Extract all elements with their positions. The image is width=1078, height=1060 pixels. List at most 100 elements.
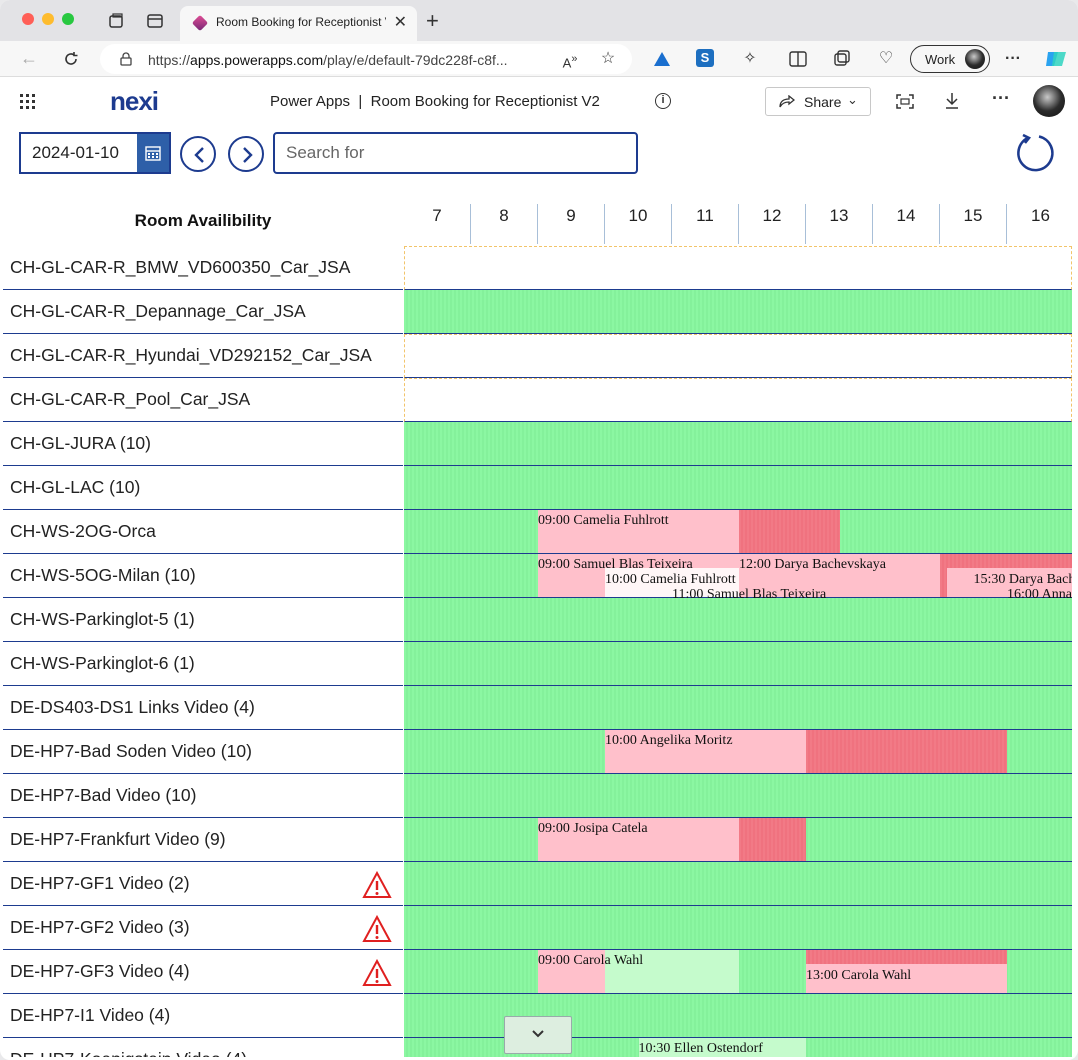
chevron-left-icon <box>194 147 204 163</box>
room-row[interactable]: DE-HP7-I1 Video (4) <box>3 994 403 1038</box>
room-row[interactable]: CH-GL-CAR-R_Hyundai_VD292152_Car_JSA <box>3 334 403 378</box>
user-avatar[interactable] <box>1033 85 1065 117</box>
booking-label[interactable]: 13:00 Carola Wahl <box>806 968 911 984</box>
room-name: DE-HP7-Bad Soden Video (10) <box>10 741 252 761</box>
scroll-down-button[interactable] <box>504 1016 572 1054</box>
booking-label[interactable]: 09:00 Camelia Fuhlrott <box>538 513 669 529</box>
browser-essentials-icon[interactable]: ♡ <box>876 49 896 69</box>
more-options-icon[interactable]: ··· <box>992 88 1010 109</box>
room-row[interactable]: CH-WS-Parkinglot-6 (1) <box>3 642 403 686</box>
room-row[interactable]: DE-HP7-Bad Soden Video (10) <box>3 730 403 774</box>
room-row[interactable]: CH-GL-CAR-R_Depannage_Car_JSA <box>3 290 403 334</box>
info-icon[interactable]: i <box>655 93 671 109</box>
room-row[interactable]: CH-GL-LAC (10) <box>3 466 403 510</box>
room-name: DE-HP7-GF2 Video (3) <box>10 917 190 937</box>
search-input[interactable] <box>273 132 638 174</box>
hour-label: 15 <box>940 204 1007 244</box>
url-text: https://apps.powerapps.com/play/e/defaul… <box>148 52 508 68</box>
room-row[interactable]: CH-WS-2OG-Orca <box>3 510 403 554</box>
close-window-button[interactable] <box>22 13 34 25</box>
hour-label: 10 <box>605 204 672 244</box>
next-day-button[interactable] <box>228 136 264 172</box>
calendar-button[interactable] <box>137 134 169 172</box>
nexi-logo: nexi <box>110 86 159 116</box>
split-screen-icon[interactable] <box>789 51 807 67</box>
settings-more-icon[interactable]: ··· <box>1003 49 1023 69</box>
availability-lane[interactable] <box>404 378 1072 422</box>
tab-actions-icon[interactable] <box>146 12 164 30</box>
room-row[interactable]: CH-WS-5OG-Milan (10) <box>3 554 403 598</box>
booking-label[interactable]: 15:30 Darya Bachevskaya <box>974 572 1073 588</box>
availability-lane[interactable] <box>404 598 1072 642</box>
new-tab-button[interactable]: + <box>426 8 439 34</box>
availability-lane[interactable] <box>404 334 1072 378</box>
app-header: nexi Power Apps | Room Booking for Recep… <box>0 78 1078 126</box>
url-field[interactable]: https://apps.powerapps.com/play/e/defaul… <box>100 44 632 74</box>
warning-icon[interactable] <box>362 915 392 943</box>
workspaces-icon[interactable] <box>107 12 125 30</box>
room-row[interactable]: DE-DS403-DS1 Links Video (4) <box>3 686 403 730</box>
booking-block[interactable] <box>739 510 840 553</box>
availability-lane[interactable] <box>404 290 1072 334</box>
browser-window: Room Booking for Receptionist V2 ✕ + ← h… <box>0 0 1078 1060</box>
back-icon[interactable]: ← <box>20 48 38 69</box>
room-name: DE-HP7-GF1 Video (2) <box>10 873 190 893</box>
read-aloud-icon[interactable]: A» <box>560 49 580 70</box>
booking-label[interactable]: 16:00 Anna <box>1007 587 1072 603</box>
booking-block[interactable] <box>739 818 806 861</box>
hour-label: 9 <box>538 204 605 244</box>
availability-lane[interactable] <box>404 774 1072 818</box>
date-picker[interactable]: 2024-01-10 <box>19 132 171 174</box>
tab-strip: Room Booking for Receptionist V2 ✕ + <box>0 0 1078 41</box>
extensions-puzzle-icon[interactable]: ✧ <box>740 49 760 69</box>
copilot-icon[interactable] <box>1044 48 1068 70</box>
room-name: DE-HP7-Koenigstein Video (4) <box>10 1049 247 1057</box>
maximize-window-button[interactable] <box>62 13 74 25</box>
room-row[interactable]: DE-HP7-GF1 Video (2) <box>3 862 403 906</box>
profile-button[interactable]: Work <box>910 45 990 73</box>
room-row[interactable]: CH-WS-Parkinglot-5 (1) <box>3 598 403 642</box>
availability-lane[interactable] <box>404 422 1072 466</box>
hour-label: 8 <box>471 204 538 244</box>
room-row[interactable]: DE-HP7-GF2 Video (3) <box>3 906 403 950</box>
collections-icon[interactable] <box>833 50 851 68</box>
room-row[interactable]: CH-GL-JURA (10) <box>3 422 403 466</box>
room-row[interactable]: DE-HP7-Bad Video (10) <box>3 774 403 818</box>
booking-label[interactable]: 10:00 Angelika Moritz <box>605 733 733 749</box>
previous-day-button[interactable] <box>180 136 216 172</box>
tab-room-booking[interactable]: Room Booking for Receptionist V2 ✕ <box>180 6 417 41</box>
booking-block[interactable] <box>806 730 1007 773</box>
availability-lane[interactable] <box>404 642 1072 686</box>
booking-label[interactable]: 09:00 Josipa Catela <box>538 821 648 837</box>
minimize-window-button[interactable] <box>42 13 54 25</box>
warning-icon[interactable] <box>362 871 392 899</box>
booking-label[interactable]: 09:00 Samuel Blas Teixeira <box>538 557 693 573</box>
extension-azure-icon[interactable] <box>652 50 672 68</box>
booking-label[interactable]: 10:00 Camelia Fuhlrott <box>605 572 736 588</box>
booking-label[interactable]: 11:00 Samuel Blas Teixeira <box>672 587 826 603</box>
availability-lane[interactable] <box>404 686 1072 730</box>
share-button[interactable]: Share ⌄ <box>765 87 871 116</box>
fit-to-screen-icon[interactable] <box>896 94 914 109</box>
booking-label[interactable]: 10:30 Ellen Ostendorf <box>639 1041 763 1057</box>
room-row[interactable]: DE-HP7-Frankfurt Video (9) <box>3 818 403 862</box>
extension-s-icon[interactable]: S <box>696 49 714 67</box>
room-row[interactable]: DE-HP7-GF3 Video (4) <box>3 950 403 994</box>
app-launcher-icon[interactable] <box>20 94 36 110</box>
availability-lane[interactable] <box>404 862 1072 906</box>
room-row[interactable]: CH-GL-CAR-R_Pool_Car_JSA <box>3 378 403 422</box>
close-tab-icon[interactable]: ✕ <box>394 12 407 32</box>
availability-lane[interactable] <box>404 466 1072 510</box>
refresh-icon[interactable] <box>1015 133 1055 173</box>
reload-icon[interactable] <box>62 50 80 68</box>
booking-label[interactable]: 09:00 Carola Wahl <box>538 953 643 969</box>
availability-lane[interactable] <box>404 906 1072 950</box>
warning-icon[interactable] <box>362 959 392 987</box>
download-icon[interactable] <box>944 92 960 110</box>
room-row[interactable]: CH-GL-CAR-R_BMW_VD600350_Car_JSA <box>3 246 403 290</box>
room-name: CH-WS-5OG-Milan (10) <box>10 565 196 585</box>
booking-label[interactable]: 12:00 Darya Bachevskaya <box>739 557 886 573</box>
room-row[interactable]: DE-HP7-Koenigstein Video (4) <box>3 1038 403 1057</box>
favorite-star-icon[interactable]: ☆ <box>598 49 618 69</box>
availability-lane[interactable] <box>404 246 1072 290</box>
